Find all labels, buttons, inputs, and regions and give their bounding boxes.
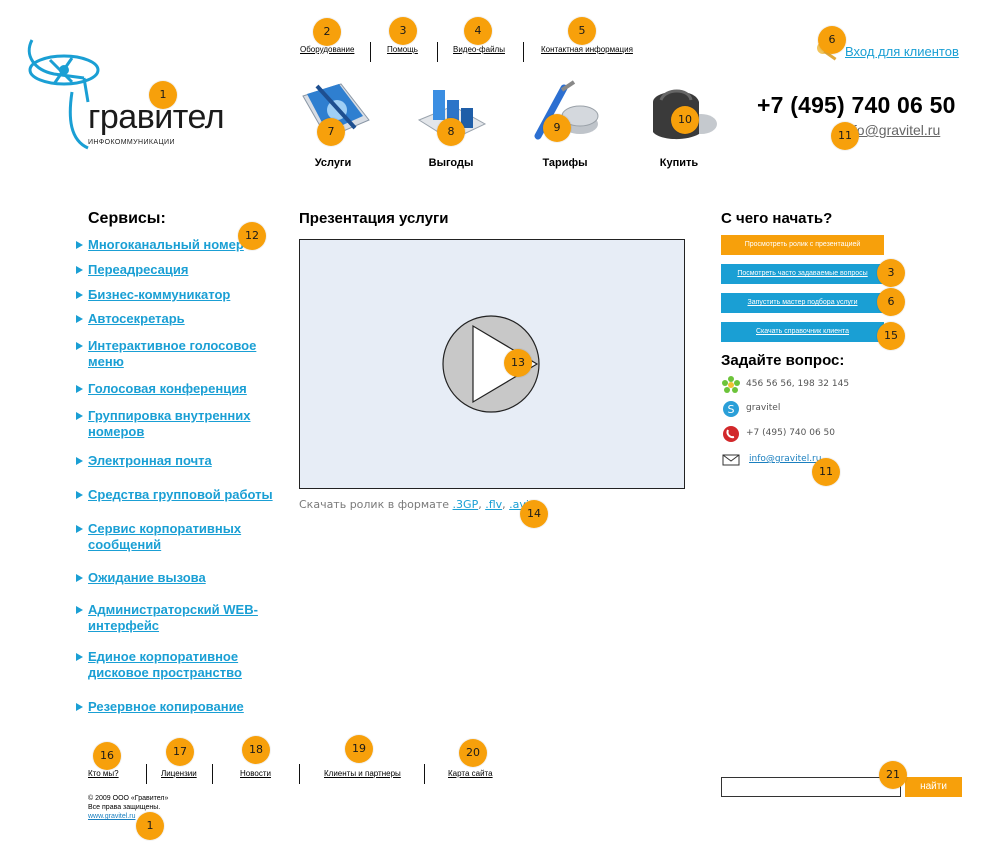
envelope-icon <box>722 454 740 466</box>
bullet-arrow-icon <box>76 385 83 393</box>
bullet-arrow-icon <box>76 241 83 249</box>
bullet-arrow-icon <box>76 291 83 299</box>
bullet-arrow-icon <box>76 574 83 582</box>
bullet-arrow-icon <box>76 315 83 323</box>
nav-link-contacts[interactable]: Контактная информация <box>541 45 633 54</box>
nav-divider <box>212 764 213 784</box>
icq-icon <box>722 376 740 393</box>
annotation-marker: 18 <box>242 736 270 764</box>
annotation-marker: 2 <box>313 18 341 46</box>
footer-link-news[interactable]: Новости <box>240 769 271 778</box>
annotation-marker: 13 <box>504 349 532 377</box>
bullet-arrow-icon <box>76 342 83 350</box>
copyright-line: © 2009 ООО «Гравител» <box>88 795 169 802</box>
skype-icon: S <box>723 401 739 417</box>
start-title: С чего начать? <box>721 210 833 227</box>
services-title: Сервисы: <box>88 210 166 227</box>
annotation-marker: 19 <box>345 735 373 763</box>
logo-subtitle: ИНФОКОММУНИКАЦИИ <box>88 139 175 146</box>
nav-divider <box>424 764 425 784</box>
faq-button[interactable]: Посмотреть часто задаваемые вопросы <box>721 264 884 284</box>
nav-link-equipment[interactable]: Оборудование <box>300 45 354 54</box>
annotation-marker: 4 <box>464 17 492 45</box>
annotation-marker: 3 <box>389 17 417 45</box>
annotation-marker: 16 <box>93 742 121 770</box>
category-label: Услуги <box>314 157 352 169</box>
annotation-marker: 5 <box>568 17 596 45</box>
client-login-link[interactable]: Вход для клиентов <box>845 44 959 59</box>
ask-question-title: Задайте вопрос: <box>721 352 845 369</box>
download-flv-link[interactable]: .flv <box>485 498 502 511</box>
bullet-arrow-icon <box>76 266 83 274</box>
search-button[interactable]: найти <box>905 777 962 797</box>
bullet-arrow-icon <box>76 457 83 465</box>
contact-text: 456 56 56, 198 32 145 <box>746 379 850 389</box>
svg-text:S: S <box>728 403 735 416</box>
bullet-arrow-icon <box>76 653 83 661</box>
rights-line: Все права защищены. <box>88 804 161 811</box>
nav-link-video-files[interactable]: Видео-файлы <box>453 45 505 54</box>
category-label: Купить <box>659 157 699 169</box>
nav-divider <box>370 42 371 62</box>
format-separator: , <box>478 498 482 511</box>
annotation-marker: 15 <box>877 322 905 350</box>
annotation-marker: 12 <box>238 222 266 250</box>
bullet-arrow-icon <box>76 491 83 499</box>
download-line: Скачать ролик в формате .3GP, .flv, .avi <box>299 498 529 511</box>
download-handbook-button[interactable]: Скачать справочник клиента <box>721 322 884 342</box>
footer-link-licenses[interactable]: Лицензии <box>161 769 197 778</box>
bullet-arrow-icon <box>76 525 83 533</box>
contact-text: +7 (495) 740 06 50 <box>746 428 835 438</box>
annotation-marker: 14 <box>520 500 548 528</box>
annotation-marker: 8 <box>437 118 465 146</box>
nav-divider <box>523 42 524 62</box>
annotation-marker: 11 <box>812 458 840 486</box>
annotation-marker: 1 <box>149 81 177 109</box>
nav-divider <box>146 764 147 784</box>
format-separator: , <box>502 498 506 511</box>
download-prefix: Скачать ролик в формате <box>299 498 450 511</box>
annotation-marker: 17 <box>166 738 194 766</box>
annotation-marker: 1 <box>136 812 164 840</box>
annotation-marker: 21 <box>879 761 907 789</box>
annotation-marker: 3 <box>877 259 905 287</box>
annotation-marker: 7 <box>317 118 345 146</box>
header-phone: +7 (495) 740 06 50 <box>757 92 956 118</box>
bullet-arrow-icon <box>76 606 83 614</box>
download-3gp-link[interactable]: .3GP <box>453 498 479 511</box>
contact-text: gravitel <box>746 403 781 413</box>
nav-divider <box>299 764 300 784</box>
search-input[interactable] <box>721 777 901 797</box>
phone-icon <box>723 426 739 442</box>
nav-divider <box>437 42 438 62</box>
category-label: Тарифы <box>542 157 588 169</box>
category-label: Выгоды <box>428 157 474 169</box>
site-link[interactable]: www.gravitel.ru <box>88 813 135 820</box>
contact-email-link[interactable]: info@gravitel.ru <box>749 454 821 464</box>
presentation-title: Презентация услуги <box>299 210 449 227</box>
footer-link-clients[interactable]: Клиенты и партнеры <box>324 769 401 778</box>
bullet-arrow-icon <box>76 703 83 711</box>
annotation-marker: 6 <box>818 26 846 54</box>
footer-link-sitemap[interactable]: Карта сайта <box>448 769 493 778</box>
nav-link-help[interactable]: Помощь <box>387 45 418 54</box>
bullet-arrow-icon <box>76 412 83 420</box>
annotation-marker: 9 <box>543 114 571 142</box>
footer-link-about[interactable]: Кто мы? <box>88 769 119 778</box>
annotation-marker: 10 <box>671 106 699 134</box>
watch-presentation-button[interactable]: Просмотреть ролик с презентацией <box>721 235 884 255</box>
annotation-marker: 20 <box>459 739 487 767</box>
service-wizard-button[interactable]: Запустить мастер подбора услуги <box>721 293 884 313</box>
annotation-marker: 6 <box>877 288 905 316</box>
annotation-marker: 11 <box>831 122 859 150</box>
